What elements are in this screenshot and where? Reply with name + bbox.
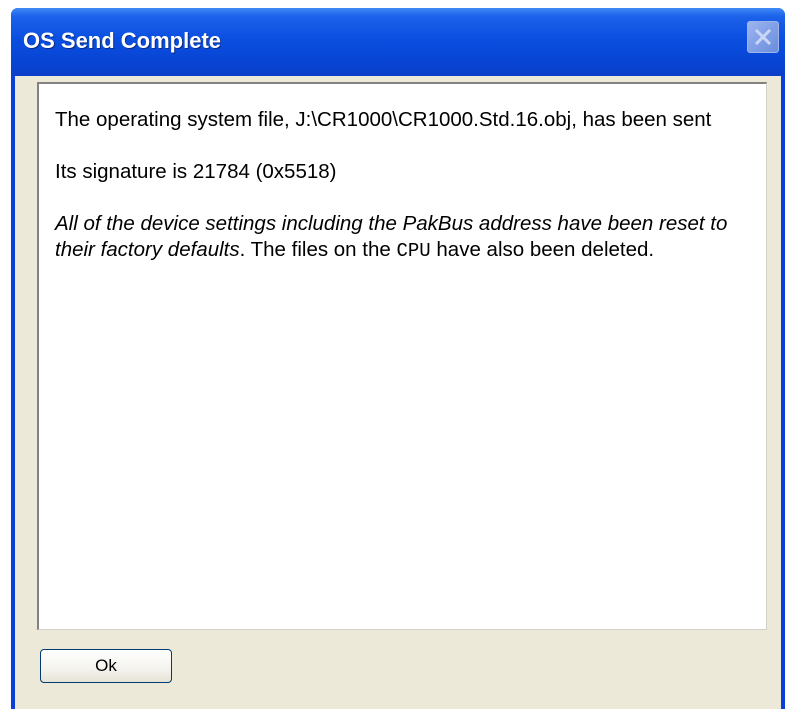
message-panel: The operating system file, J:\CR1000\CR1…	[37, 82, 767, 630]
ok-button[interactable]: Ok	[40, 649, 172, 683]
close-button[interactable]	[747, 21, 779, 53]
message-reset-tail-2: have also been deleted.	[430, 238, 655, 261]
title-bar[interactable]: OS Send Complete	[11, 8, 785, 76]
ok-button-label: Ok	[95, 656, 117, 675]
message-line-file: The operating system file, J:\CR1000\CR1…	[55, 108, 712, 131]
message-line-signature: Its signature is 21784 (0x5518)	[55, 160, 337, 183]
window-title: OS Send Complete	[23, 28, 222, 53]
close-icon	[754, 28, 772, 46]
message-line-reset: All of the device settings including the…	[55, 211, 752, 264]
message-cpu-term: CPU	[396, 240, 431, 262]
dialog-body: The operating system file, J:\CR1000\CR1…	[15, 76, 781, 709]
message-reset-tail-1: . The files on the	[239, 238, 397, 261]
dialog-window: OS Send Complete The operating system fi…	[11, 8, 785, 709]
